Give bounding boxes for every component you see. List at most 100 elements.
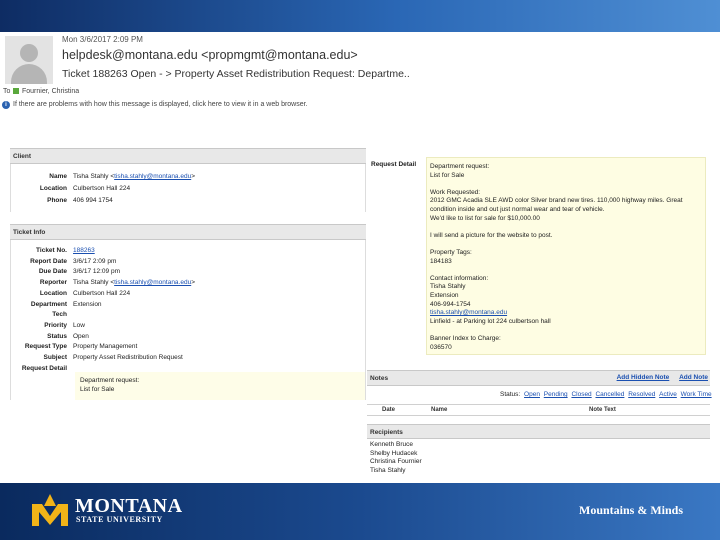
field-label: Due Date xyxy=(38,268,67,276)
request-detail-line: Contact information: xyxy=(430,274,489,282)
field-value-text: Property Asset Redistribution Request xyxy=(73,354,183,361)
field-label: Report Date xyxy=(30,257,67,265)
field-value-text: Property Management xyxy=(73,343,138,351)
status-prefix: Status: xyxy=(500,391,521,398)
status-pending-link[interactable]: Pending xyxy=(544,391,568,398)
request-detail-label: Request Detail xyxy=(371,161,417,168)
status-links: Status: Open Pending Closed Cancelled Re… xyxy=(500,391,712,398)
notes-actions: Add Hidden Note Add Note xyxy=(609,374,708,381)
field-label: Request Detail xyxy=(21,364,67,372)
request-detail-line: Property Tags: xyxy=(430,249,472,256)
field-value: 3/6/17 2:09 pm xyxy=(73,258,116,265)
ticket-info-section-header: Ticket Info xyxy=(10,224,366,240)
email-subject: Ticket 188263 Open - > Property Asset Re… xyxy=(62,68,410,80)
field-value-suffix: > xyxy=(191,279,195,287)
add-note-link[interactable]: Add Note xyxy=(679,374,708,381)
recipient-item: Tisha Stahly xyxy=(370,466,406,474)
sender-avatar xyxy=(5,36,53,84)
footer-tagline: Mountains & Minds xyxy=(579,503,684,517)
request-detail-line: Linfield - at Parking lot 224 culbertson… xyxy=(430,317,551,325)
request-detail-line: 406-994-1754 xyxy=(430,300,471,308)
field-value-text: Extension xyxy=(73,300,102,308)
col-date: Date xyxy=(382,407,396,413)
field-value-text: Tisha Stahly < xyxy=(73,279,115,287)
request-detail-line: 184183 xyxy=(430,257,452,265)
request-detail-line[interactable]: tisha.stahly@montana.edu xyxy=(430,309,507,316)
request-detail-line: 036570 xyxy=(430,343,452,351)
add-hidden-note-link[interactable]: Add Hidden Note xyxy=(617,374,670,381)
field-value: Culbertson Hall 224 xyxy=(73,185,130,192)
view-in-browser-notice[interactable]: If there are problems with how this mess… xyxy=(13,101,308,108)
field-value: 3/6/17 12:09 pm xyxy=(73,268,120,275)
field-label: Name xyxy=(49,173,67,180)
field-link[interactable]: tisha.stahly@montana.edu xyxy=(114,173,191,180)
field-value-suffix: > xyxy=(191,173,195,180)
logo-subtitle: STATE UNIVERSITY xyxy=(76,515,163,524)
presence-icon xyxy=(13,88,19,94)
info-icon: i xyxy=(2,101,10,109)
field-label: Reporter xyxy=(39,279,67,287)
status-active-link[interactable]: Active xyxy=(659,391,677,398)
request-detail-line: Extension xyxy=(430,292,459,299)
field-value: Extension xyxy=(73,301,102,308)
field-value: Culbertson Hall 224 xyxy=(73,290,130,297)
msu-logo-icon xyxy=(30,492,70,533)
ticket-request-detail-line: List for Sale xyxy=(80,386,115,393)
client-section-header: Client xyxy=(10,148,366,164)
field-label: Location xyxy=(39,185,67,192)
field-value: Property Asset Redistribution Request xyxy=(73,354,183,361)
field-value: Property Management xyxy=(73,343,137,350)
ticket-request-detail-line: Department request: xyxy=(80,377,140,384)
field-value: Open xyxy=(73,333,89,340)
field-value: Tisha Stahly <tisha.stahly@montana.edu> xyxy=(73,279,195,286)
field-label: Status xyxy=(47,332,67,340)
status-resolved-link[interactable]: Resolved xyxy=(628,391,655,398)
field-label: Tech xyxy=(52,311,67,319)
request-detail-line: condition inside and out just normal wea… xyxy=(430,206,605,213)
field-label: Ticket No. xyxy=(36,247,67,254)
field-link[interactable]: tisha.stahly@montana.edu xyxy=(114,279,191,286)
recipient-item: Kenneth Bruce xyxy=(370,441,414,448)
field-value: 188263 xyxy=(73,247,95,254)
status-work-time-link[interactable]: Work Time xyxy=(681,391,712,398)
field-value-text: 3/6/17 12:09 pm xyxy=(73,268,120,276)
to-label: To xyxy=(3,88,11,95)
email-from: helpdesk@montana.edu <propmgmt@montana.e… xyxy=(62,48,358,62)
request-detail-box xyxy=(426,157,706,355)
field-label: Phone xyxy=(47,197,67,204)
field-label: Priority xyxy=(44,321,67,329)
email-date: Mon 3/6/2017 2:09 PM xyxy=(62,35,143,44)
request-detail-line: List for Sale xyxy=(430,171,465,179)
field-label: Location xyxy=(39,289,67,297)
top-banner xyxy=(0,0,720,32)
field-value: 406 994 1754 xyxy=(73,197,113,204)
recipient-item: Shelby Hudacek xyxy=(370,449,418,457)
request-detail-line: Tisha Stahly xyxy=(430,283,466,291)
col-note-text: Note Text xyxy=(589,407,616,413)
col-name: Name xyxy=(431,407,448,413)
field-label: Department xyxy=(30,300,67,308)
field-value-text: 406 994 1754 xyxy=(73,197,113,204)
field-value: Low xyxy=(73,322,85,329)
field-value-text: 3/6/17 2:09 pm xyxy=(73,257,117,265)
status-closed-link[interactable]: Closed xyxy=(571,391,591,398)
field-value-text: Culbertson Hall 224 xyxy=(73,289,131,297)
request-detail-line: Work Requested: xyxy=(430,188,481,196)
notes-table-header: Date Name Note Text xyxy=(367,404,710,416)
request-detail-line: Department request: xyxy=(430,163,490,170)
field-label: Subject xyxy=(43,354,67,361)
field-link[interactable]: 188263 xyxy=(73,247,95,254)
field-value-text: Open xyxy=(73,332,89,340)
recipient-name[interactable]: Fournier, Christina xyxy=(22,88,79,95)
field-value: Tisha Stahly <tisha.stahly@montana.edu> xyxy=(73,173,195,180)
request-detail-line: Banner Index to Charge: xyxy=(430,335,501,342)
field-value-text: Low xyxy=(73,321,85,329)
request-detail-line: We'd like to list for sale for $10,000.0… xyxy=(430,214,540,222)
recipient-item: Christina Fournier xyxy=(370,458,422,465)
field-label: Request Type xyxy=(24,343,67,351)
status-cancelled-link[interactable]: Cancelled xyxy=(595,391,624,398)
status-open-link[interactable]: Open xyxy=(524,391,540,398)
field-value-text: Tisha Stahly < xyxy=(73,173,115,180)
request-detail-line: 2012 GMC Acadia SLE AWD color Silver bra… xyxy=(430,197,683,205)
recipients-section-header: Recipients xyxy=(367,424,710,439)
